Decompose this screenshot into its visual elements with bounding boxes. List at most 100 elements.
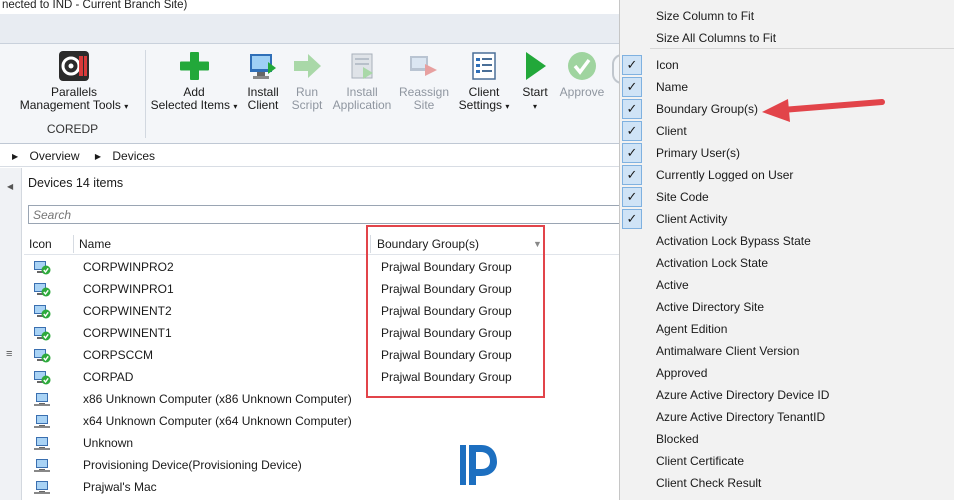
checkmark-icon: ✓: [622, 209, 642, 229]
window-title: nected to IND - Current Branch Site): [0, 0, 620, 14]
client-settings-label-line1: Client: [468, 85, 500, 99]
device-name: CORPWINPRO2: [83, 260, 174, 274]
ribbon: Parallels Management Tools ▾ COREDP Add …: [0, 44, 622, 144]
column-header-name[interactable]: Name: [79, 233, 111, 255]
client-settings-button[interactable]: Client Settings ▾: [454, 50, 514, 113]
menu-item-column-toggle[interactable]: Primary User(s): [656, 142, 740, 164]
install-application-button[interactable]: Install Application: [330, 50, 394, 112]
parallels-management-tools-button[interactable]: Parallels Management Tools ▾: [14, 50, 134, 113]
install-client-button[interactable]: Install Client: [242, 50, 284, 112]
breadcrumb-arrow-icon: ▶: [94, 152, 102, 161]
menu-item-column-toggle[interactable]: Currently Logged on User: [656, 164, 793, 186]
computer-client-icon: [33, 326, 51, 341]
table-row[interactable]: CORPAD Prajwal Boundary Group: [24, 366, 620, 388]
menu-item-column-toggle[interactable]: Icon: [656, 54, 679, 76]
navigation-pane-collapsed[interactable]: ◀ ≡: [0, 168, 22, 500]
menu-item-column-toggle[interactable]: Blocked: [656, 428, 699, 450]
menu-item-column-toggle[interactable]: Client Certificate: [656, 450, 744, 472]
checkmark-icon: ✓: [622, 143, 642, 163]
table-row[interactable]: CORPWINENT1 Prajwal Boundary Group: [24, 322, 620, 344]
menu-item-column-toggle[interactable]: Client Activity: [656, 208, 727, 230]
computer-icon: [33, 480, 51, 495]
play-icon: [518, 50, 552, 82]
reassign-site-button[interactable]: Reassign Site: [398, 50, 450, 112]
add-label-line2: Selected Items: [150, 98, 230, 112]
run-script-button[interactable]: Run Script: [287, 50, 327, 112]
table-row[interactable]: CORPWINPRO1 Prajwal Boundary Group: [24, 278, 620, 300]
table-row[interactable]: Prajwal's Mac: [24, 476, 620, 498]
boundary-group-cell: Prajwal Boundary Group: [381, 326, 512, 340]
menu-item-size-column-to-fit[interactable]: Size Column to Fit: [656, 5, 754, 27]
table-row[interactable]: CORPWINENT2 Prajwal Boundary Group: [24, 300, 620, 322]
menu-item-column-toggle[interactable]: Site Code: [656, 186, 709, 208]
checkmark-icon: ✓: [622, 165, 642, 185]
device-name: x64 Unknown Computer (x64 Unknown Comput…: [83, 414, 352, 428]
checkmark-icon: ✓: [622, 99, 642, 119]
computer-client-icon: [33, 282, 51, 297]
menu-item-column-toggle[interactable]: Activation Lock Bypass State: [656, 230, 811, 252]
table-header: Icon Name Boundary Group(s) ▼: [24, 233, 620, 255]
menu-item-column-toggle[interactable]: Activation Lock State: [656, 252, 768, 274]
menu-item-size-all-columns-to-fit[interactable]: Size All Columns to Fit: [656, 27, 776, 49]
column-divider[interactable]: [370, 235, 371, 253]
install-app-label-line2: Application: [332, 98, 392, 112]
device-name: CORPWINENT1: [83, 326, 172, 340]
menu-item-column-toggle[interactable]: Azure Active Directory Device ID: [656, 384, 829, 406]
boundary-group-cell: Prajwal Boundary Group: [381, 260, 512, 274]
install-app-label-line1: Install: [346, 85, 378, 99]
computer-icon: [33, 414, 51, 429]
start-button[interactable]: Start ▾: [518, 50, 552, 113]
computer-icon: [33, 458, 51, 473]
table-row[interactable]: Unknown: [24, 432, 620, 454]
menu-item-column-toggle[interactable]: Agent Edition: [656, 318, 727, 340]
expand-triangle-icon[interactable]: ◀: [7, 182, 13, 191]
table-row[interactable]: CORPSCCM Prajwal Boundary Group: [24, 344, 620, 366]
arrow-right-icon: [290, 50, 324, 82]
boundary-group-cell: Prajwal Boundary Group: [381, 304, 512, 318]
prajwal-logo-icon: [457, 442, 501, 488]
search-input[interactable]: [28, 205, 620, 224]
device-name: Unknown: [83, 436, 134, 450]
menu-item-column-toggle[interactable]: Name: [656, 76, 688, 98]
column-header-icon[interactable]: Icon: [29, 233, 52, 255]
menu-item-column-toggle[interactable]: Client: [656, 120, 687, 142]
menu-item-column-toggle[interactable]: Approved: [656, 362, 707, 384]
client-settings-label-line2: Settings: [458, 98, 502, 112]
checkmark-icon: ✓: [622, 77, 642, 97]
red-arrow-annotation: [762, 99, 885, 122]
computer-client-icon: [33, 260, 51, 275]
splitter-grip-icon[interactable]: ≡: [6, 348, 12, 360]
menu-item-column-toggle[interactable]: Client Check Result: [656, 472, 761, 494]
computer-client-icon: [33, 304, 51, 319]
table-row[interactable]: CORPWINPRO2 Prajwal Boundary Group: [24, 256, 620, 278]
device-name: CORPWINPRO1: [83, 282, 174, 296]
client-settings-icon: [467, 50, 501, 82]
column-header-boundary-groups[interactable]: Boundary Group(s): [377, 233, 479, 255]
breadcrumb: ▶ Overview ▶ Devices: [0, 145, 620, 167]
menu-item-column-toggle[interactable]: Antimalware Client Version: [656, 340, 799, 362]
checkmark-icon: ✓: [622, 187, 642, 207]
menu-item-column-toggle[interactable]: Active Directory Site: [656, 296, 764, 318]
approve-check-icon: [565, 50, 599, 82]
breadcrumb-arrow-icon: ▶: [12, 152, 19, 161]
breadcrumb-devices[interactable]: Devices: [112, 149, 155, 163]
device-name: CORPWINENT2: [83, 304, 172, 318]
menu-gutter: [620, 0, 648, 500]
computer-icon: [33, 436, 51, 451]
menu-item-column-toggle[interactable]: Active: [656, 274, 689, 296]
menu-item-column-toggle[interactable]: Azure Active Directory TenantID: [656, 406, 825, 428]
add-selected-items-button[interactable]: Add Selected Items ▾: [150, 50, 238, 113]
table-row[interactable]: x64 Unknown Computer (x64 Unknown Comput…: [24, 410, 620, 432]
breadcrumb-overview[interactable]: Overview: [30, 149, 80, 163]
add-label-line1: Add: [183, 85, 205, 99]
reassign-label-line1: Reassign: [398, 85, 450, 99]
menu-item-column-toggle[interactable]: Boundary Group(s): [656, 98, 758, 120]
checkmark-icon: ✓: [622, 121, 642, 141]
column-divider[interactable]: [73, 235, 74, 253]
approve-button[interactable]: Approve: [556, 50, 608, 99]
ribbon-tab-strip: [0, 14, 620, 44]
device-name: Prajwal's Mac: [83, 480, 157, 494]
table-row[interactable]: x86 Unknown Computer (x86 Unknown Comput…: [24, 388, 620, 410]
boundary-group-cell: Prajwal Boundary Group: [381, 282, 512, 296]
table-row[interactable]: Provisioning Device(Provisioning Device): [24, 454, 620, 476]
